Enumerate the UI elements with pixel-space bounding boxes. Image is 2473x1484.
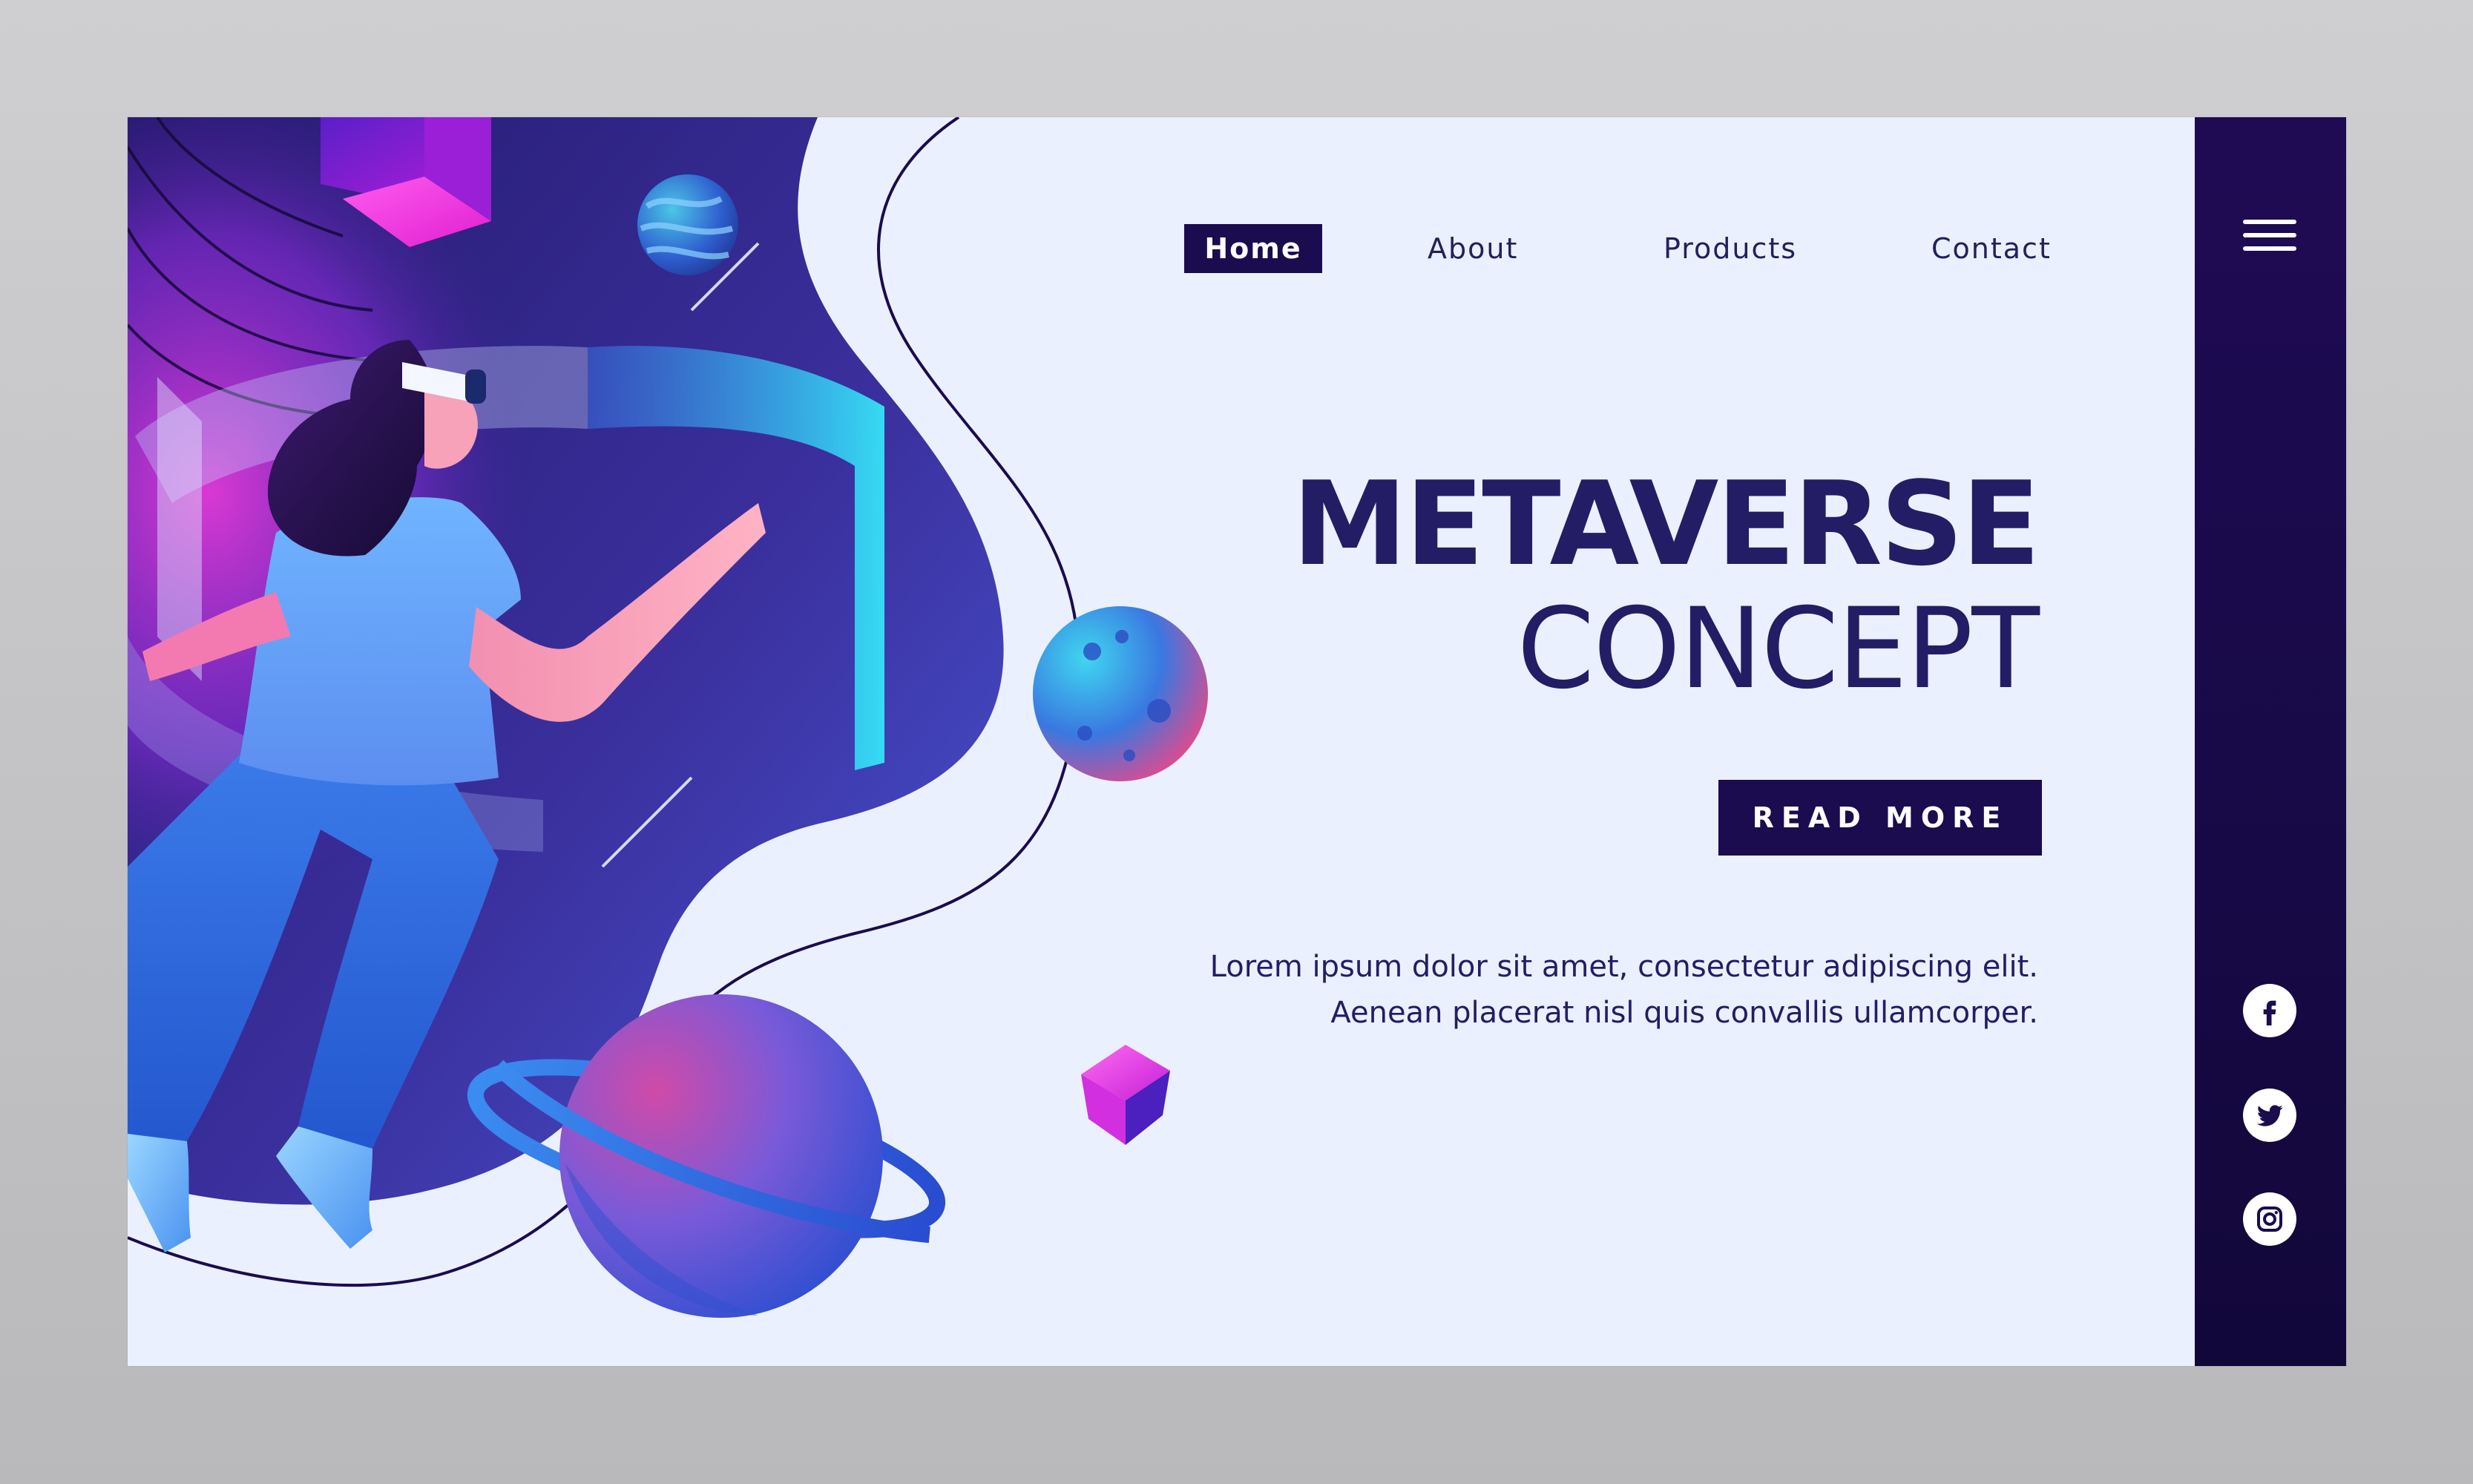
nav-about-link[interactable]: About [1428,224,1518,273]
landing-page-frame: Home About Products Contact METAVERSE CO… [128,117,2346,1366]
nav-home-link[interactable]: Home [1184,224,1322,273]
hero-description-line: Aenean placerat nisl quis convallis ulla… [1330,996,2038,1030]
nav-products-link[interactable]: Products [1664,224,1797,273]
cube-small [1081,1045,1170,1145]
metaverse-illustration [128,117,1208,1318]
planet-medium [1033,606,1208,781]
planet-small-top [637,174,738,275]
hero-title-primary: METAVERSE [1292,456,2040,591]
hero-title-secondary: CONCEPT [1517,585,2040,714]
facebook-icon[interactable] [2243,984,2296,1037]
read-more-button[interactable]: READ MORE [1718,780,2042,856]
instagram-icon[interactable] [2243,1192,2296,1246]
hamburger-menu-icon[interactable] [2243,220,2296,251]
hero-description: Lorem ipsum dolor sit amet, consectetur … [999,944,2038,1036]
hero-description-line: Lorem ipsum dolor sit amet, consectetur … [1209,950,2038,984]
nav-contact-link[interactable]: Contact [1931,224,2052,273]
side-panel [2195,117,2346,1366]
twitter-icon[interactable] [2243,1089,2296,1142]
